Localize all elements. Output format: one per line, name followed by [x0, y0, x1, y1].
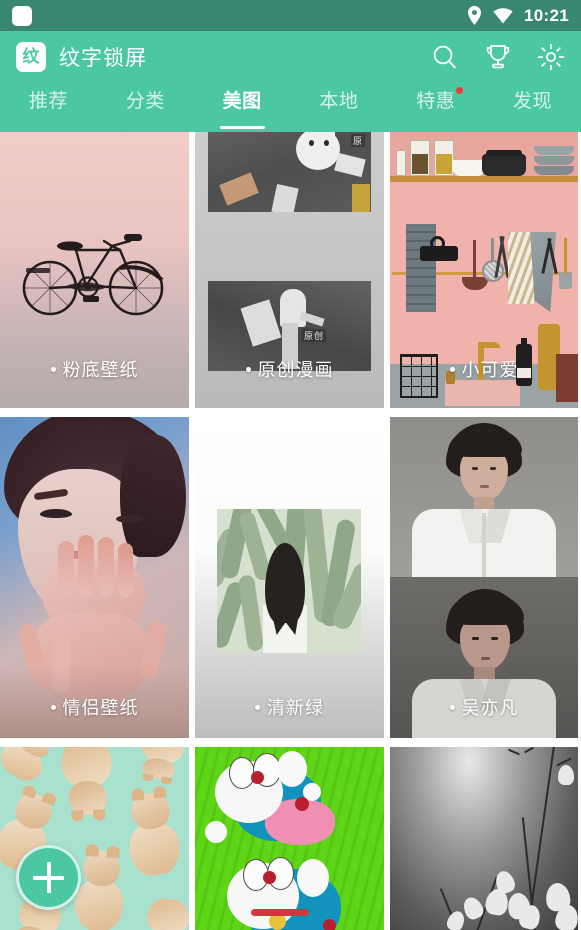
cat-figure: [124, 784, 183, 878]
cactus-illustration: [217, 509, 361, 653]
wallpaper-card-magnolia-mono[interactable]: [390, 747, 578, 930]
cat-figure: [136, 747, 186, 785]
wallpaper-card-fresh-green[interactable]: 清新绿: [195, 417, 384, 738]
settings-gear-icon[interactable]: [537, 43, 565, 71]
label-bullet-dot: [255, 704, 260, 710]
bicycle-illustration: [20, 224, 170, 324]
tab-tuijian[interactable]: 推荐: [0, 82, 97, 132]
tab-fenlei[interactable]: 分类: [97, 82, 194, 132]
tab-tehui[interactable]: 特惠: [387, 82, 484, 132]
location-pin-icon: [467, 6, 482, 25]
manga-panel-tag: 原: [350, 134, 365, 147]
card-label-text: 清新绿: [267, 698, 324, 718]
notification-square-icon: [12, 5, 32, 26]
branch: [524, 747, 534, 754]
tab-underline: [219, 126, 265, 129]
wallpaper-card-couple-portrait[interactable]: 情侣壁纸: [0, 417, 189, 738]
doraemon-figure-top: [203, 751, 335, 847]
cat-figure: [60, 747, 114, 822]
tab-badge-dot: [456, 87, 464, 94]
tab-label: 推荐: [28, 91, 68, 112]
wallpaper-card-celebrity-photos[interactable]: 吴亦凡: [390, 417, 578, 738]
wallpaper-card-cartoon-green[interactable]: [195, 747, 384, 930]
branch: [508, 748, 520, 756]
cat-figure: [73, 843, 126, 930]
add-button[interactable]: [16, 845, 81, 910]
wifi-icon: [493, 7, 513, 24]
manga-panel-top: 原: [208, 132, 371, 212]
tab-meitu[interactable]: 美图: [194, 82, 291, 132]
card-label-text: 粉底壁纸: [62, 360, 139, 380]
tab-label: 特惠: [416, 87, 464, 115]
card-label: 粉底壁纸: [0, 356, 189, 382]
wallpaper-card-grey-manga[interactable]: 原 原创 原创漫画: [195, 132, 384, 408]
tab-bar: 推荐 分类 美图 本地 特惠 发现: [0, 82, 581, 132]
search-icon[interactable]: [431, 43, 459, 71]
grid-row: 情侣壁纸 清新绿 吴亦凡: [0, 417, 581, 738]
header-actions: [431, 43, 565, 71]
wallpaper-card-pink-kitchen[interactable]: 小可爱: [390, 132, 578, 408]
status-bar-right: 10:21: [467, 6, 569, 26]
tab-label: 分类: [125, 91, 165, 112]
manga-panel-bottom: 原创: [208, 281, 371, 371]
app-logo-char: 纹: [22, 47, 40, 66]
app-logo: 纹: [16, 41, 46, 72]
doraemon-figure-bottom: [217, 855, 357, 930]
status-bar: 10:21: [0, 0, 581, 31]
cat-figure: [0, 747, 58, 788]
app-title: 纹字锁屏: [59, 46, 147, 70]
wallpaper-grid: 粉底壁纸 原 原创 原创漫画 小可爱 情侣壁纸 清新绿 吴亦凡: [0, 132, 581, 930]
wallpaper-card-pink-bicycle[interactable]: 粉底壁纸: [0, 132, 189, 408]
grid-row: [0, 747, 581, 930]
magnolia-flower: [558, 765, 574, 785]
status-bar-left: [12, 5, 32, 26]
tab-label: 本地: [319, 91, 359, 112]
trophy-icon[interactable]: [485, 43, 511, 71]
tab-label: 发现: [513, 91, 553, 112]
plus-icon: [46, 862, 51, 893]
cat-figure: [143, 896, 189, 930]
grid-row: 粉底壁纸 原 原创 原创漫画 小可爱: [0, 132, 581, 408]
card-label: 清新绿: [195, 694, 384, 720]
tab-label: 美图: [222, 91, 262, 112]
tab-faxian[interactable]: 发现: [484, 82, 581, 132]
status-bar-clock: 10:21: [524, 5, 569, 25]
portrait-photo-bottom: [390, 577, 578, 738]
app-header: 纹 纹字锁屏: [0, 31, 581, 82]
label-bullet-dot: [50, 366, 56, 372]
kitchen-illustration: [390, 132, 578, 408]
manga-panel-tag: 原创: [302, 329, 327, 342]
portrait-photo-top: [390, 417, 578, 577]
tab-bendi[interactable]: 本地: [290, 82, 387, 132]
